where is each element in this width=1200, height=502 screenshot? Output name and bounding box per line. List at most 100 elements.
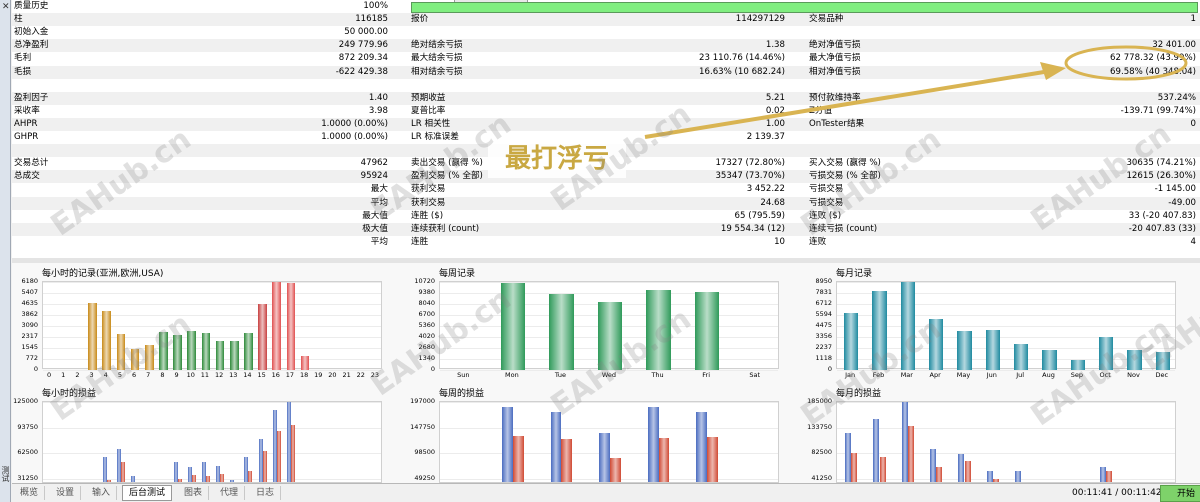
tab-0[interactable]: 概览 [14, 486, 46, 500]
report-row: 盈利因子 1.40 预期收益 5.21 预付款维持率 537.24% [12, 91, 1200, 105]
y-tick-label: 3090 [21, 321, 38, 329]
x-tick-label: Sun [457, 371, 470, 379]
x-tick-label: Feb [872, 371, 885, 379]
chart-bar [597, 301, 623, 370]
stat-label: 交易总计 [14, 158, 49, 169]
x-tick-label: 7 [146, 371, 151, 379]
chart-bar [900, 282, 915, 370]
stat-value: 249 779.96 [338, 40, 388, 51]
chart-plot [836, 281, 1176, 371]
tab-5[interactable]: 代理 [214, 486, 246, 500]
x-tick-label: Sat [749, 371, 761, 379]
y-tick-label: 0 [33, 365, 38, 373]
x-tick-label: 2 [75, 371, 80, 379]
chart-bar [120, 461, 125, 482]
stat-label: 最大净值亏损 [809, 53, 861, 64]
x-tick-label: 18 [299, 371, 309, 379]
chart-plot [836, 401, 1176, 483]
chart-bar [290, 424, 295, 482]
stat-label: 平均 [370, 236, 388, 247]
gridline [837, 337, 1175, 338]
chart-plot [439, 401, 779, 483]
x-tick-label: Mar [900, 371, 913, 379]
gridline [837, 402, 1175, 403]
stat-label: 连续亏损 (count) [809, 223, 878, 234]
chart-bar [272, 282, 282, 370]
stat-label: 相对净值亏损 [809, 66, 861, 77]
chart-bar [957, 331, 972, 370]
y-tick-label: 10720 [414, 277, 435, 285]
chart-bar [599, 432, 610, 482]
x-tick-label: Nov [1127, 371, 1140, 379]
gridline [837, 359, 1175, 360]
x-tick-label: 12 [214, 371, 224, 379]
tab-2[interactable]: 输入 [86, 486, 118, 500]
x-tick-label: Tue [554, 371, 566, 379]
stat-label: 获利交易 [411, 184, 446, 195]
tab-4[interactable]: 图表 [178, 486, 210, 500]
chart-bar [130, 348, 140, 370]
stat-value: 17327 (72.80%) [715, 158, 785, 169]
stat-value: 23 110.76 (14.46%) [699, 53, 785, 64]
stat-label: 连败 [809, 236, 827, 247]
chart-bar [1042, 349, 1057, 370]
gridline [43, 282, 381, 283]
stat-value: 537.24% [1157, 92, 1196, 103]
y-tick-label: 5407 [21, 288, 38, 296]
x-tick-label: Jun [986, 371, 997, 379]
chart-bar [1070, 359, 1085, 370]
tester-tab-bar: 00:11:41 / 00:11:42 开始 概览 设置 输入 后台测试 图表 代理 日志 [12, 483, 1200, 502]
y-tick-label: 6712 [815, 299, 832, 307]
tab-1[interactable]: 设置 [50, 486, 82, 500]
chart-bar [512, 435, 524, 482]
chart-title: 每月的损益 [836, 389, 882, 399]
y-tick-label: 1545 [21, 343, 38, 351]
gridline [43, 427, 381, 429]
y-tick-label: 41250 [811, 473, 832, 482]
tab-6[interactable]: 日志 [250, 486, 282, 500]
report-row [12, 79, 1200, 92]
stat-label: 卖出交易 (赢得 %) [411, 158, 483, 169]
left-toolbar: ✕ 测试 [0, 0, 11, 502]
report-row: 采收率 3.98 夏普比率 0.02 Z分值 -139.71 (99.74%) [12, 105, 1200, 118]
chart-bar [985, 329, 1000, 370]
report-row: 初始入金 50 000.00 [12, 26, 1200, 39]
stat-label: 相对结余亏损 [411, 66, 463, 77]
stat-label: 总成交 [14, 171, 40, 182]
stat-label: 极大值 [362, 223, 388, 234]
stat-label: 毛损 [14, 66, 32, 77]
y-tick-label: 5360 [418, 321, 435, 329]
tab-3[interactable]: 后台测试 [122, 485, 173, 501]
x-tick-label: 9 [174, 371, 179, 379]
chart-bar [159, 332, 168, 370]
chart-title: 每月记录 [836, 269, 873, 279]
stat-label: 盈利因子 [14, 92, 49, 103]
chart-bar [907, 426, 915, 482]
x-tick-label: 14 [243, 371, 252, 379]
stat-label: 报价 [411, 14, 429, 25]
report-row: GHPR 1.0000 (0.00%) LR 标准误差 2 139.37 [12, 131, 1200, 144]
y-tick-label: 49250 [414, 473, 435, 482]
y-tick-label: 147750 [410, 422, 435, 431]
close-icon[interactable]: ✕ [2, 2, 10, 12]
stat-value: 3 452.22 [746, 184, 785, 195]
chart-bar [707, 437, 718, 482]
stat-label: 柱 [14, 14, 23, 25]
chart-bar [872, 290, 887, 370]
chart-weekly-trades: 每周记录 10720 9380 8040 6700 5360 4020 2680 1340 0 Su… [409, 263, 789, 381]
stat-label: 连续获利 (count) [411, 223, 480, 234]
chart-bar [191, 475, 196, 482]
y-tick-label: 4635 [21, 299, 38, 307]
gridline [837, 427, 1175, 429]
chart-title: 每小时的记录(亚洲,欧洲,USA) [42, 269, 164, 279]
report-row: 极大值 连续获利 (count) 19 554.34 (12) 连续亏损 (count… [12, 222, 1200, 236]
chart-bar [258, 304, 267, 370]
chart-bar [879, 457, 886, 482]
chart-bar [276, 430, 281, 482]
stat-label: 绝对结余亏损 [411, 40, 463, 51]
stat-value: 1.00 [765, 118, 785, 129]
start-button[interactable]: 开始 [1160, 485, 1200, 502]
stat-value: 16.63% (10 682.24) [699, 66, 785, 77]
stat-value: 62 778.32 (43.99%) [1110, 53, 1196, 64]
x-tick-label: 13 [229, 371, 238, 379]
